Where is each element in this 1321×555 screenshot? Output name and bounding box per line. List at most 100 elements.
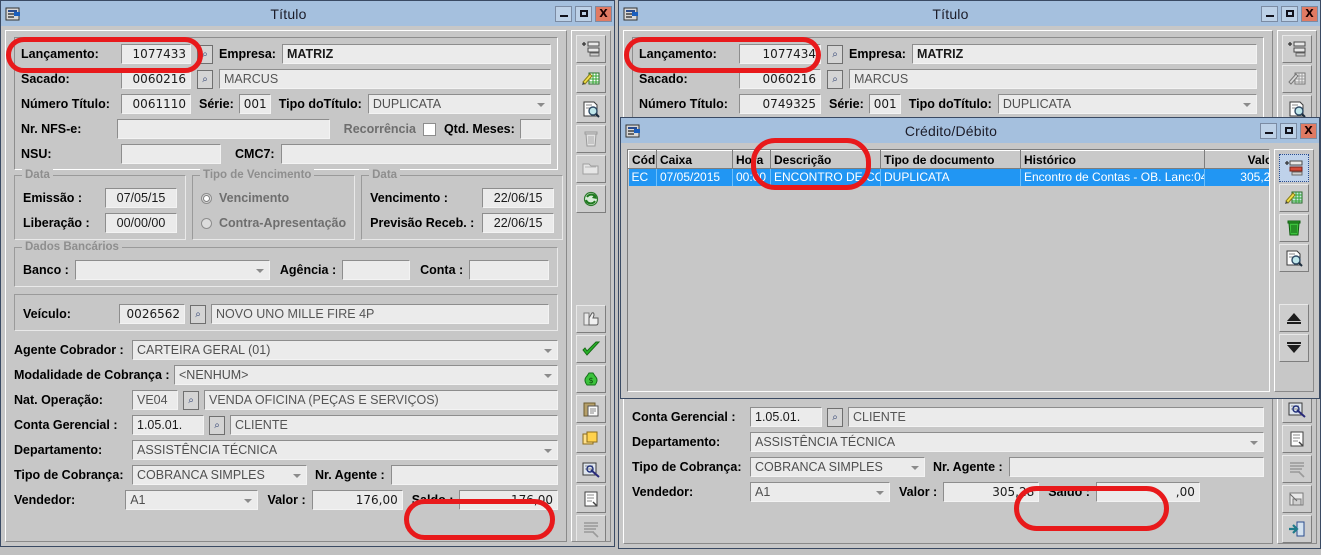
tipo-titulo-select-left[interactable]: DUPLICATA	[367, 94, 551, 114]
departamento-select-left[interactable]: ASSISTÊNCIA TÉCNICA	[132, 440, 558, 460]
credito-debito-grid[interactable]: Cód. Caixa Hora Descrição Tipo de docume…	[627, 149, 1270, 392]
radio-contra-row[interactable]: Contra-Apresentação	[201, 213, 346, 233]
money-bag-icon[interactable]: $	[576, 365, 606, 393]
note-icon[interactable]	[1282, 425, 1312, 453]
new-record-icon[interactable]	[1279, 154, 1309, 182]
search-document-icon[interactable]	[576, 455, 606, 483]
toolbar-dialog[interactable]	[1274, 149, 1314, 392]
new-record-icon[interactable]	[1282, 35, 1312, 63]
veiculo-code-field-left[interactable]: 0026562	[119, 304, 185, 324]
sacado-code-field-right[interactable]: 0060216	[739, 69, 821, 89]
lancamento-lookup-icon-right[interactable]: ⌕	[827, 44, 843, 64]
conta-gerencial-lookup-icon-left[interactable]: ⌕	[209, 415, 225, 435]
emissao-field-left[interactable]: 07/05/15	[105, 188, 177, 208]
valor-field-left[interactable]: 176,00	[311, 490, 403, 510]
window-controls-right[interactable]: X	[1261, 5, 1318, 22]
col-header-valor[interactable]: Valor	[1204, 150, 1269, 169]
tipo-cobranca-select-right[interactable]: COBRANCA SIMPLES	[750, 457, 925, 477]
lancamento-lookup-icon-left[interactable]: ⌕	[197, 44, 213, 64]
veiculo-name-field-left[interactable]: NOVO UNO MILLE FIRE 4P	[211, 304, 549, 324]
cell-hora[interactable]: 00:00	[732, 168, 771, 186]
empresa-field-left[interactable]: MATRIZ	[281, 44, 551, 64]
numero-titulo-field-right[interactable]: 0749325	[739, 94, 821, 114]
qtd-meses-field-left[interactable]	[519, 119, 551, 139]
new-record-icon[interactable]	[576, 35, 606, 63]
cell-caixa[interactable]: 07/05/2015	[656, 168, 733, 186]
edit-record-icon[interactable]	[1279, 184, 1309, 212]
col-header-historico[interactable]: Histórico	[1020, 150, 1205, 169]
radio-vencimento-row[interactable]: Vencimento	[201, 188, 346, 208]
cell-cod[interactable]: EC	[628, 168, 657, 186]
copy-records-icon[interactable]	[576, 425, 606, 453]
window-controls-dialog[interactable]: X	[1260, 122, 1317, 139]
col-header-cod[interactable]: Cód.	[628, 150, 657, 169]
tipo-cobranca-select-left[interactable]: COBRANCA SIMPLES	[132, 465, 307, 485]
nfse-field-left[interactable]	[117, 119, 330, 139]
serie-field-right[interactable]: 001	[868, 94, 901, 114]
move-down-icon[interactable]	[1279, 334, 1309, 362]
vendedor-select-left[interactable]: A1	[125, 490, 259, 510]
approve-thumb-icon[interactable]	[576, 305, 606, 333]
nat-operacao-lookup-icon-left[interactable]: ⌕	[183, 390, 199, 410]
window-titulo-left[interactable]: Título X Lançamento: 1077433 ⌕ Empresa: …	[0, 0, 615, 547]
recorrencia-checkbox-left[interactable]	[422, 122, 436, 136]
departamento-select-right[interactable]: ASSISTÊNCIA TÉCNICA	[750, 432, 1264, 452]
window-controls-left[interactable]: X	[555, 5, 612, 22]
sacado-name-field-left[interactable]: MARCUS	[219, 69, 551, 89]
valor-field-right[interactable]: 305,28	[943, 482, 1040, 502]
search-document-icon[interactable]	[1282, 395, 1312, 423]
list-report-icon[interactable]	[576, 515, 606, 541]
nr-agente-field-left[interactable]	[390, 465, 558, 485]
modalidade-select-left[interactable]: <NENHUM>	[174, 365, 558, 385]
close-button-left[interactable]: X	[595, 5, 612, 22]
col-header-descricao[interactable]: Descrição	[770, 150, 881, 169]
sacado-name-field-right[interactable]: MARCUS	[849, 69, 1257, 89]
edit-record-icon[interactable]	[576, 65, 606, 93]
refresh-icon[interactable]	[576, 185, 606, 213]
serie-field-left[interactable]: 001	[238, 94, 271, 114]
lancamento-field-right[interactable]: 1077434	[739, 44, 821, 64]
agente-cobrador-select-left[interactable]: CARTEIRA GERAL (01)	[132, 340, 558, 360]
agencia-field-left[interactable]	[342, 260, 411, 280]
note-icon[interactable]	[576, 485, 606, 513]
preview-record-icon[interactable]	[1279, 244, 1309, 272]
conta-gerencial-desc-field-right[interactable]: CLIENTE	[848, 407, 1264, 427]
col-header-tipo-documento[interactable]: Tipo de documento	[880, 150, 1021, 169]
col-header-hora[interactable]: Hora	[732, 150, 771, 169]
preview-record-icon[interactable]	[576, 95, 606, 123]
delete-record-icon[interactable]	[1279, 214, 1309, 242]
sacado-lookup-icon-left[interactable]: ⌕	[197, 69, 213, 89]
vendedor-select-right[interactable]: A1	[750, 482, 890, 502]
conta-gerencial-desc-field-left[interactable]: CLIENTE	[230, 415, 558, 435]
cmc7-field-left[interactable]	[280, 144, 551, 164]
minimize-button-dialog[interactable]	[1260, 122, 1277, 139]
exit-door-icon[interactable]	[1282, 515, 1312, 543]
minimize-button-right[interactable]	[1261, 5, 1278, 22]
liberacao-field-left[interactable]: 00/00/00	[105, 213, 177, 233]
conta-gerencial-code-field-right[interactable]: 1.05.01.	[750, 407, 822, 427]
list-report-icon[interactable]	[1282, 455, 1312, 483]
conta-gerencial-code-field-left[interactable]: 1.05.01.	[132, 415, 204, 435]
saldo-field-right[interactable]: ,00	[1095, 482, 1200, 502]
toolbar-left[interactable]: $	[571, 30, 611, 542]
close-button-right[interactable]: X	[1301, 5, 1318, 22]
sacado-lookup-icon-right[interactable]: ⌕	[827, 69, 843, 89]
move-up-icon[interactable]	[1279, 304, 1309, 332]
edit-record-icon[interactable]	[1282, 65, 1312, 93]
cell-descricao[interactable]: ENCONTRO DE CONT	[770, 168, 881, 186]
titlebar-dialog[interactable]: Crédito/Débito X	[621, 118, 1319, 143]
radio-vencimento-icon[interactable]	[201, 192, 212, 204]
titlebar-right[interactable]: Título X	[619, 1, 1320, 26]
numero-titulo-field-left[interactable]: 0061110	[121, 94, 191, 114]
open-folder-icon[interactable]	[576, 155, 606, 183]
previsao-field-left[interactable]: 22/06/15	[482, 213, 555, 233]
clipboard-icon[interactable]	[576, 395, 606, 423]
delete-record-icon[interactable]	[576, 125, 606, 153]
credito-debito-table[interactable]: Cód. Caixa Hora Descrição Tipo de docume…	[628, 150, 1269, 186]
titlebar-left[interactable]: Título X	[1, 1, 614, 26]
banco-select-left[interactable]	[74, 260, 270, 280]
vencimento-field-left[interactable]: 22/06/15	[482, 188, 555, 208]
cell-valor[interactable]: 305,28	[1204, 168, 1269, 186]
conta-field-left[interactable]	[469, 260, 549, 280]
saldo-field-left[interactable]: 176,00	[459, 490, 558, 510]
